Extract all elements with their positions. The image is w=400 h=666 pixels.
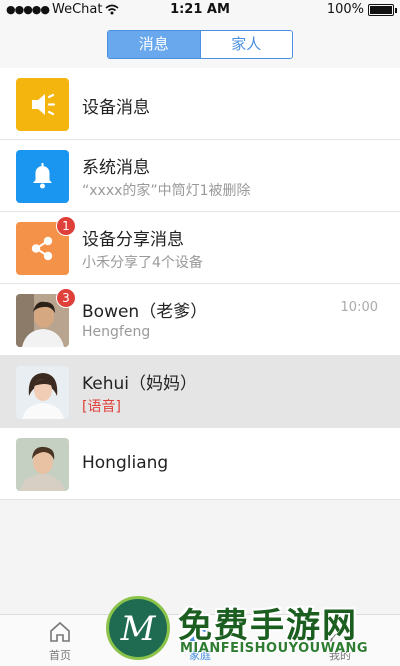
row-title: Hongliang	[82, 453, 169, 473]
row-title: 系统消息	[82, 158, 150, 178]
row-subtitle: 小禾分享了4个设备	[82, 255, 203, 271]
tab-home[interactable]: 首页	[30, 619, 90, 663]
message-list: 设备消息 系统消息 “xxxx的家”中筒灯1被删除 1 设备分享消息 小禾分享了…	[0, 68, 400, 500]
list-item-contact-kehui[interactable]: Kehui（妈妈） [语音]	[0, 356, 400, 428]
status-battery-area: 100%	[326, 2, 397, 17]
unread-badge: 3	[56, 288, 76, 308]
tab-family[interactable]: 家人	[199, 31, 292, 58]
segmented-control: 消息 家人	[107, 30, 293, 59]
row-timestamp: 10:00	[340, 300, 378, 315]
row-subtitle: “xxxx的家”中筒灯1被删除	[82, 183, 251, 199]
tab-messages[interactable]: 消息	[108, 31, 200, 58]
tab-label: 首页	[49, 649, 71, 662]
battery-icon	[368, 3, 397, 16]
speaker-icon	[16, 78, 69, 131]
list-item-device-messages[interactable]: 设备消息	[0, 68, 400, 140]
row-title: Kehui（妈妈）	[82, 374, 198, 394]
row-title: Bowen（老爹）	[82, 302, 208, 322]
bell-icon	[16, 150, 69, 203]
list-item-contact-bowen[interactable]: 3 Bowen（老爹） Hengfeng 10:00	[0, 284, 400, 356]
watermark-logo-letter: M	[120, 609, 156, 649]
unread-badge: 1	[56, 216, 76, 236]
list-item-system-messages[interactable]: 系统消息 “xxxx的家”中筒灯1被删除	[0, 140, 400, 212]
row-title: 设备分享消息	[82, 230, 184, 250]
battery-percent: 100%	[326, 2, 364, 17]
young-male-avatar	[16, 438, 69, 491]
row-title: 设备消息	[82, 98, 150, 118]
watermark-title: 免费手游网	[178, 606, 358, 646]
list-item-share-messages[interactable]: 1 设备分享消息 小禾分享了4个设备	[0, 212, 400, 284]
status-bar: ●●●●● WeChat 1:21 AM 100%	[0, 0, 400, 20]
row-subtitle: [语音]	[82, 399, 121, 415]
watermark-logo: M	[106, 596, 170, 660]
row-subtitle: Hengfeng	[82, 324, 151, 340]
home-icon	[50, 621, 70, 642]
header: 消息 家人	[0, 20, 400, 68]
female-avatar	[16, 366, 69, 419]
list-item-contact-hongliang[interactable]: Hongliang	[0, 428, 400, 500]
watermark-subtitle: MIANFEISHOUYOUWANG	[180, 641, 369, 656]
site-watermark: M 免费手游网 MIANFEISHOUYOUWANG	[104, 594, 400, 666]
